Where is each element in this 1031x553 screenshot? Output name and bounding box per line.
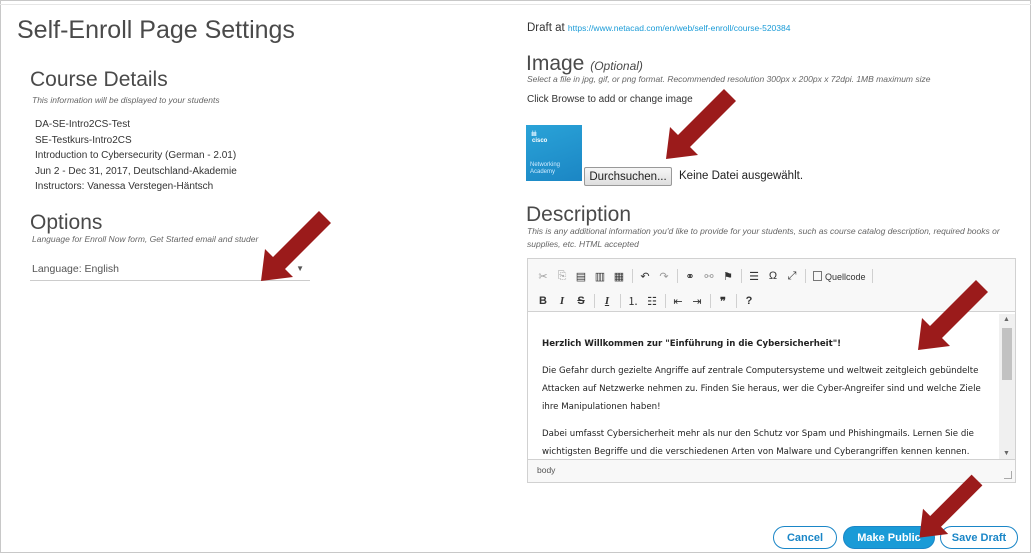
course-detail-line: Jun 2 - Dec 31, 2017, Deutschland-Akadem… bbox=[35, 165, 237, 177]
remove-format-icon[interactable]: I bbox=[600, 295, 614, 307]
special-char-icon[interactable]: Ω bbox=[766, 270, 780, 282]
editor-scrollbar[interactable]: ▲ ▼ bbox=[999, 314, 1015, 459]
annotation-arrow-icon bbox=[919, 474, 983, 538]
language-select-value: Language: English bbox=[32, 263, 119, 275]
top-border bbox=[0, 0, 1031, 5]
toolbar-row-2: B I S I ⒈ ☷ ⇤ ⇥ ❞ ? bbox=[536, 291, 761, 311]
toolbar-separator bbox=[741, 269, 742, 283]
scroll-up-icon[interactable]: ▲ bbox=[1003, 316, 1010, 323]
toolbar-row-1: ✂ ⎘ ▤ ▥ ▦ ↶ ↷ ⚭ ⚯ ⚑ ☰ Ω ⤢ Quellcode bbox=[536, 266, 878, 286]
unlink-icon[interactable]: ⚯ bbox=[702, 270, 716, 283]
horizontal-rule-icon[interactable]: ☰ bbox=[747, 270, 761, 283]
course-details-subtitle: This information will be displayed to yo… bbox=[32, 95, 220, 105]
toolbar-separator bbox=[736, 294, 737, 308]
toolbar-separator bbox=[594, 294, 595, 308]
paste-icon[interactable]: ▤ bbox=[574, 270, 588, 283]
maximize-icon[interactable]: ⤢ bbox=[785, 270, 799, 283]
strike-icon[interactable]: S bbox=[574, 295, 588, 307]
toolbar-separator bbox=[632, 269, 633, 283]
undo-icon[interactable]: ↶ bbox=[638, 270, 652, 283]
draft-line: Draft at https://www.netacad.com/en/web/… bbox=[527, 22, 790, 34]
course-detail-line: SE-Testkurs-Intro2CS bbox=[35, 134, 132, 146]
options-subtitle: Language for Enroll Now form, Get Starte… bbox=[32, 234, 259, 244]
element-path[interactable]: body bbox=[537, 465, 555, 475]
link-icon[interactable]: ⚭ bbox=[683, 270, 697, 283]
toolbar-separator bbox=[677, 269, 678, 283]
course-details-heading: Course Details bbox=[30, 68, 168, 91]
draft-url-link[interactable]: https://www.netacad.com/en/web/self-enro… bbox=[568, 23, 791, 33]
toolbar-separator bbox=[710, 294, 711, 308]
thumb-caption: Networking Academy bbox=[530, 162, 561, 175]
help-icon[interactable]: ? bbox=[742, 295, 756, 307]
optional-label: (Optional) bbox=[590, 59, 643, 73]
outdent-icon[interactable]: ⇤ bbox=[671, 295, 685, 308]
description-subtitle: This is any additional information you'd… bbox=[527, 226, 1000, 249]
scroll-down-icon[interactable]: ▼ bbox=[1003, 450, 1010, 457]
cut-icon[interactable]: ✂ bbox=[536, 270, 550, 283]
scrollbar-thumb[interactable] bbox=[1002, 328, 1012, 380]
course-detail-line: Introduction to Cybersecurity (German - … bbox=[35, 150, 237, 162]
redo-icon[interactable]: ↷ bbox=[657, 270, 671, 283]
course-details-list: DA-SE-Intro2CS-Test SE-Testkurs-Intro2CS… bbox=[35, 117, 237, 195]
toolbar-separator bbox=[871, 269, 873, 283]
blockquote-icon[interactable]: ❞ bbox=[716, 295, 730, 308]
browse-button[interactable]: Durchsuchen... bbox=[584, 167, 672, 186]
toolbar-separator bbox=[665, 294, 666, 308]
anchor-icon[interactable]: ⚑ bbox=[721, 270, 735, 283]
image-heading: Image (Optional) bbox=[526, 52, 643, 76]
paste-text-icon[interactable]: ▥ bbox=[593, 270, 607, 283]
file-status: Keine Datei ausgewählt. bbox=[679, 170, 804, 182]
image-subtitle: Select a file in jpg, gif, or png format… bbox=[527, 74, 931, 84]
toolbar-separator bbox=[805, 269, 806, 283]
options-heading: Options bbox=[30, 211, 103, 234]
source-button[interactable]: Quellcode bbox=[813, 270, 866, 282]
content-paragraph: Die Gefahr durch gezielte Angriffe auf z… bbox=[542, 366, 981, 412]
course-detail-line: DA-SE-Intro2CS-Test bbox=[35, 119, 131, 130]
toolbar-separator bbox=[620, 294, 621, 308]
description-heading: Description bbox=[526, 203, 632, 226]
cancel-button[interactable]: Cancel bbox=[773, 526, 837, 549]
course-image-thumbnail: ılıılı cisco Networking Academy bbox=[526, 125, 582, 181]
copy-icon[interactable]: ⎘ bbox=[555, 270, 569, 283]
numbered-list-icon[interactable]: ⒈ bbox=[626, 293, 640, 309]
annotation-arrow-icon bbox=[918, 280, 988, 350]
indent-icon[interactable]: ⇥ bbox=[690, 295, 704, 308]
annotation-arrow-icon bbox=[666, 89, 736, 159]
source-icon bbox=[813, 270, 822, 281]
resize-grip-icon[interactable] bbox=[1004, 471, 1012, 479]
paste-word-icon[interactable]: ▦ bbox=[612, 270, 626, 283]
bold-icon[interactable]: B bbox=[536, 295, 550, 307]
image-heading-text: Image bbox=[526, 52, 585, 75]
cisco-logo-icon: ılıılı bbox=[531, 131, 537, 138]
content-paragraph: Dabei umfasst Cybersicherheit mehr als n… bbox=[542, 429, 974, 457]
draft-label: Draft at bbox=[527, 22, 565, 34]
italic-icon[interactable]: I bbox=[555, 295, 569, 307]
thumb-brand: cisco bbox=[532, 138, 548, 144]
bulleted-list-icon[interactable]: ☷ bbox=[645, 295, 659, 308]
annotation-arrow-icon bbox=[261, 211, 331, 281]
page-title: Self-Enroll Page Settings bbox=[17, 16, 295, 44]
course-detail-line: Instructors: Vanessa Verstegen-Häntsch bbox=[35, 181, 214, 193]
